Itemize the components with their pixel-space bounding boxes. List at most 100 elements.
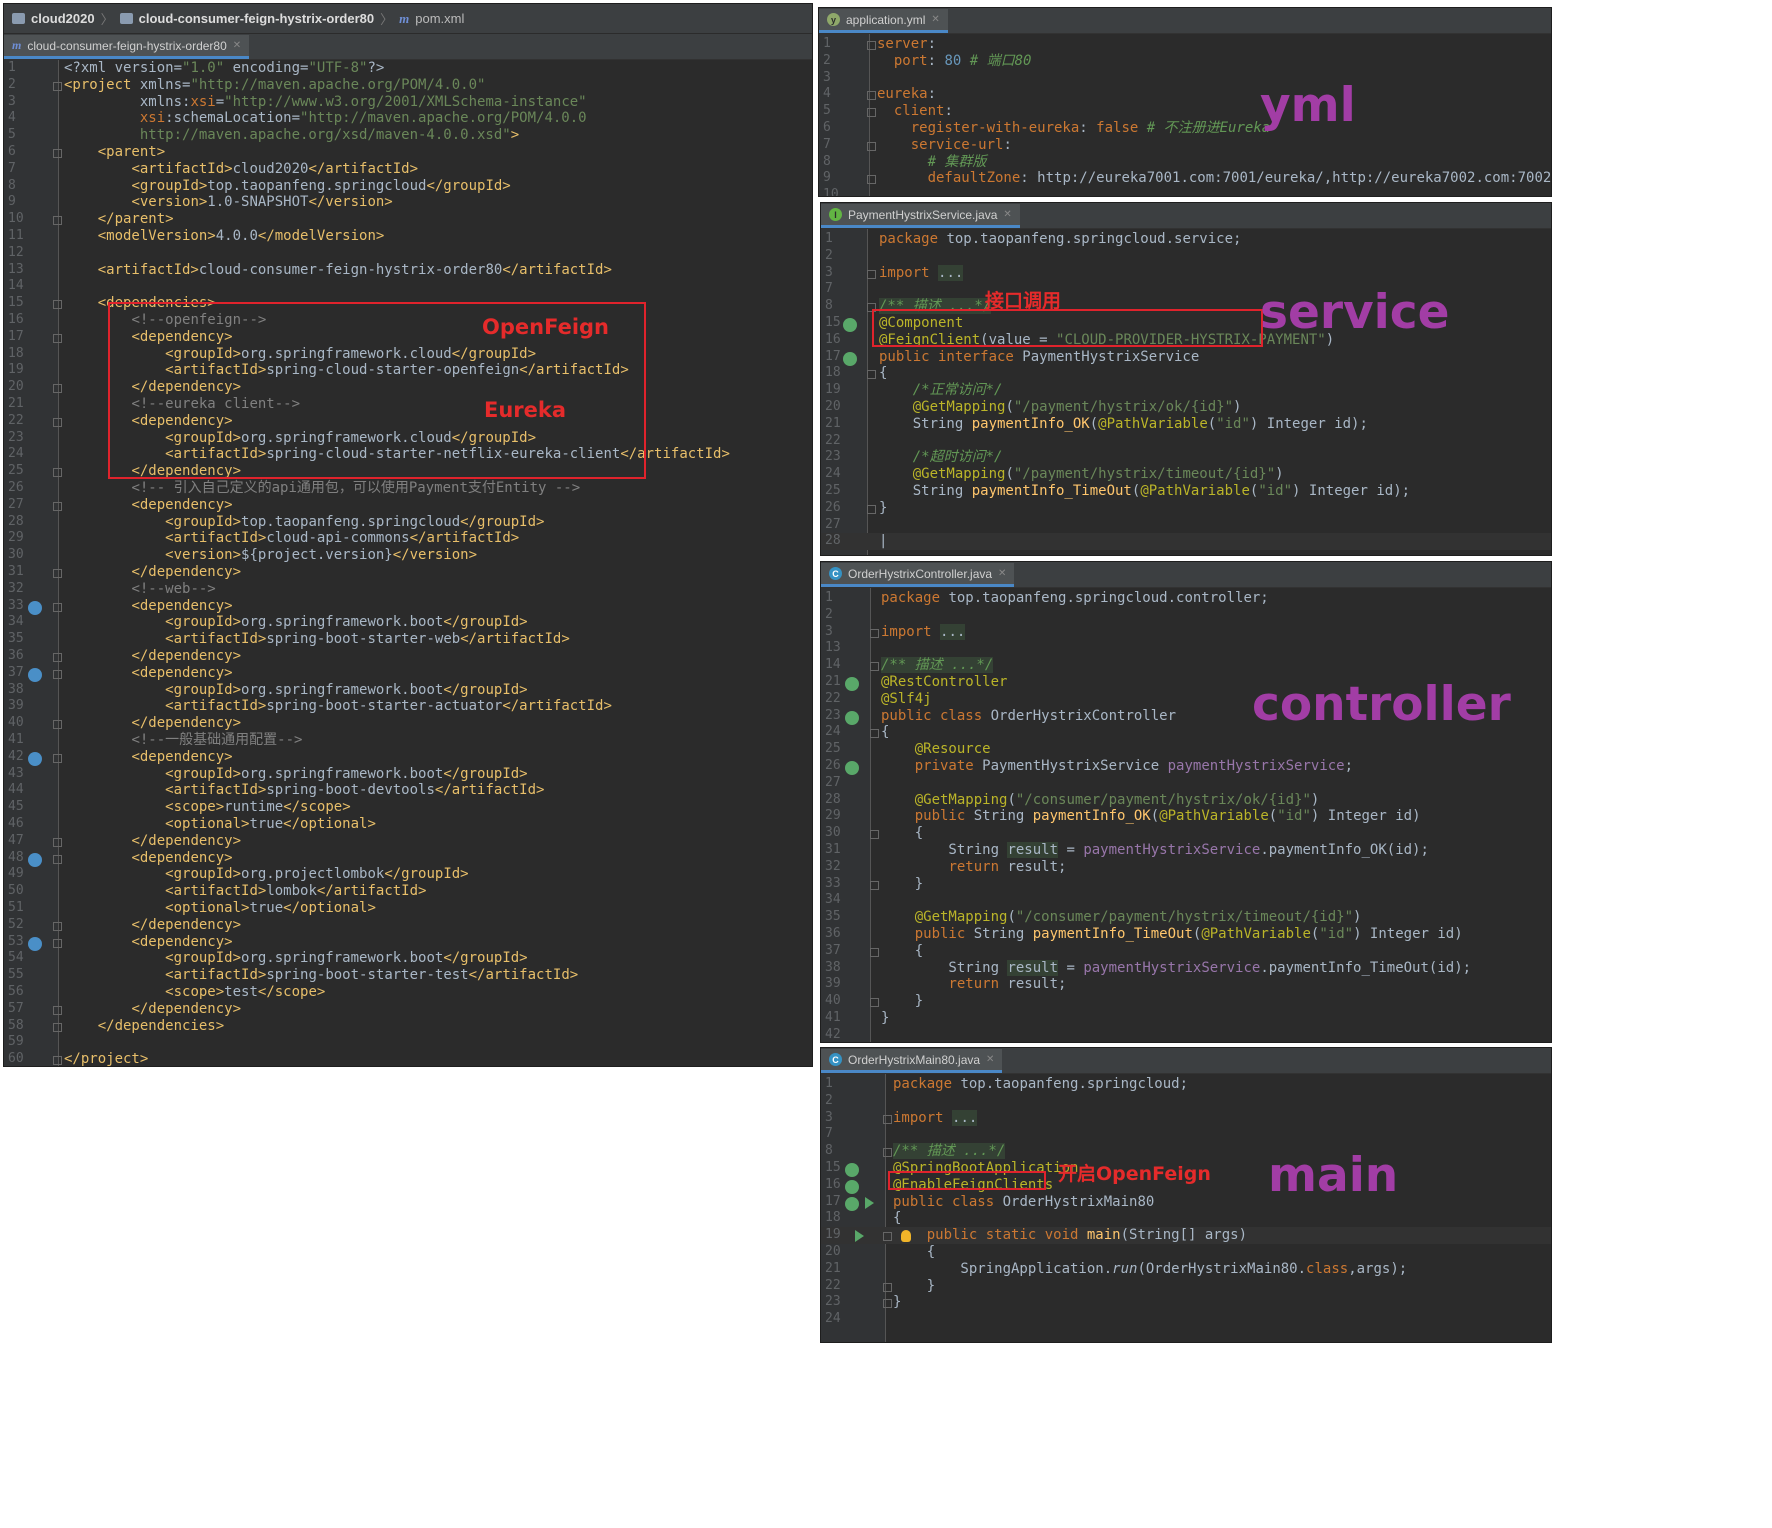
breadcrumb-module[interactable]: cloud-consumer-feign-hystrix-order80 [139, 11, 375, 26]
fold-marker-icon[interactable] [53, 837, 62, 847]
code-line[interactable]: 3 [819, 70, 1551, 87]
code-line[interactable]: 57 </dependency> [4, 1001, 812, 1018]
code-line[interactable]: 3 import ... [821, 1109, 1551, 1127]
spring-bean-icon[interactable] [843, 318, 857, 332]
spring-bean-icon[interactable] [845, 677, 859, 691]
code-line[interactable]: 4 xsi:schemaLocation="http://maven.apach… [4, 110, 812, 127]
code-line[interactable]: 41} [821, 1010, 1551, 1027]
autowired-icon[interactable] [845, 761, 859, 775]
code-line[interactable]: 3 import ... [821, 264, 1551, 282]
breadcrumb-project[interactable]: cloud2020 [31, 11, 95, 26]
code-line[interactable]: 26} [821, 500, 1551, 517]
code-line[interactable]: 27 [821, 775, 1551, 792]
code-line[interactable]: 12 [4, 245, 812, 262]
maven-dependency-icon[interactable] [28, 751, 42, 766]
tab-payment-hystrix-service[interactable]: I PaymentHystrixService.java ✕ [821, 204, 1020, 228]
code-line[interactable]: 8 # 集群版 [819, 154, 1551, 171]
code-line[interactable]: 3 xmlns:xsi="http://www.w3.org/2001/XMLS… [4, 94, 812, 111]
code-line[interactable]: 38 <groupId>org.springframework.boot</gr… [4, 682, 812, 699]
code-line[interactable]: 22 [821, 433, 1551, 450]
code-line[interactable]: 32 <!--web--> [4, 581, 812, 598]
breadcrumb-file[interactable]: pom.xml [415, 11, 464, 26]
code-line[interactable]: 14 /** 描述 ...*/ [821, 657, 1551, 674]
code-line[interactable]: 35 @GetMapping("/consumer/payment/hystri… [821, 909, 1551, 926]
fold-marker-icon[interactable] [53, 333, 62, 343]
yml-code-area[interactable]: 1 server: 2 port: 80 # 端口80 3 4 eureka: 5 clie… [819, 34, 1551, 196]
code-line[interactable]: 5 http://maven.apache.org/xsd/maven-4.0.… [4, 127, 812, 144]
code-line[interactable]: 23 /*超时访问*/ [821, 449, 1551, 466]
main-code-area[interactable]: 1 package top.taopanfeng.springcloud; 2 3 im… [821, 1074, 1551, 1342]
fold-marker-icon[interactable] [883, 1114, 892, 1124]
code-line[interactable]: 18 { [821, 1210, 1551, 1227]
code-line[interactable]: 52 </dependency> [4, 917, 812, 934]
code-line[interactable]: 43 <groupId>org.springframework.boot</gr… [4, 766, 812, 783]
code-line[interactable]: 7 <artifactId>cloud2020</artifactId> [4, 161, 812, 178]
code-line[interactable]: 22 } [821, 1278, 1551, 1295]
code-line[interactable]: 40 } [821, 993, 1551, 1010]
fold-marker-icon[interactable] [883, 1148, 892, 1158]
code-line[interactable]: 6 register-with-eureka: false # 不注册进Eure… [819, 120, 1551, 137]
code-line[interactable]: 37 { [821, 943, 1551, 960]
code-line[interactable]: 19 /*正常访问*/ [821, 382, 1551, 399]
code-line[interactable]: 20 { [821, 1244, 1551, 1261]
code-line[interactable]: 25 @Resource [821, 741, 1551, 758]
code-line[interactable]: 59 [4, 1034, 812, 1051]
fold-marker-icon[interactable] [53, 569, 62, 578]
code-line[interactable]: 24 [821, 1311, 1551, 1328]
code-line[interactable]: 49 <groupId>org.projectlombok</groupId> [4, 866, 812, 883]
code-line[interactable]: 13 <artifactId>cloud-consumer-feign-hyst… [4, 262, 812, 279]
code-line[interactable]: 50 <artifactId>lombok</artifactId> [4, 883, 812, 900]
code-line[interactable]: 37 <dependency> [4, 665, 812, 682]
code-line[interactable]: 60 </project> [4, 1051, 812, 1066]
close-icon[interactable]: ✕ [986, 1054, 994, 1065]
fold-marker-icon[interactable] [53, 81, 62, 91]
fold-marker-icon[interactable] [53, 501, 62, 511]
fold-marker-icon[interactable] [867, 41, 876, 50]
fold-marker-icon[interactable] [53, 854, 62, 864]
code-line[interactable]: 29 public String paymentInfo_OK(@PathVar… [821, 808, 1551, 825]
code-line[interactable]: 39 <artifactId>spring-boot-starter-actua… [4, 698, 812, 715]
fold-marker-icon[interactable] [867, 141, 876, 151]
code-line[interactable]: 7 service-url: [819, 137, 1551, 154]
code-line[interactable]: 11 <modelVersion>4.0.0</modelVersion> [4, 228, 812, 245]
spring-bean-icon[interactable] [845, 710, 859, 725]
code-line[interactable]: 8 <groupId>top.taopanfeng.springcloud</g… [4, 178, 812, 195]
fold-marker-icon[interactable] [53, 938, 62, 948]
fold-marker-icon[interactable] [53, 149, 62, 158]
fold-marker-icon[interactable] [53, 602, 62, 612]
code-line[interactable]: 41 <!--一般基础通用配置--> [4, 732, 812, 749]
code-line[interactable]: 51 <optional>true</optional> [4, 900, 812, 917]
code-line[interactable]: 1 server: [819, 36, 1551, 53]
code-line[interactable]: 48 <dependency> [4, 850, 812, 867]
fold-marker-icon[interactable] [870, 998, 879, 1008]
code-line[interactable]: 28 <groupId>top.taopanfeng.springcloud</… [4, 514, 812, 531]
code-line[interactable]: 28 @GetMapping("/consumer/payment/hystri… [821, 792, 1551, 809]
code-line[interactable]: 23} [821, 1294, 1551, 1311]
spring-bean-icon[interactable] [845, 1196, 859, 1211]
implementations-icon[interactable] [843, 351, 857, 366]
tab-order-hystrix-controller[interactable]: C OrderHystrixController.java ✕ [821, 563, 1015, 587]
fold-marker-icon[interactable] [53, 669, 62, 679]
run-icon[interactable] [865, 1196, 874, 1209]
code-line[interactable]: 36 public String paymentInfo_TimeOut(@Pa… [821, 926, 1551, 943]
code-line[interactable]: 27 <dependency> [4, 497, 812, 514]
code-line[interactable]: 42 <dependency> [4, 749, 812, 766]
fold-marker-icon[interactable] [867, 91, 876, 101]
fold-marker-icon[interactable] [883, 1282, 892, 1292]
fold-marker-icon[interactable] [867, 269, 876, 279]
code-line[interactable]: 27 [821, 517, 1551, 534]
fold-marker-icon[interactable] [883, 1232, 892, 1242]
code-line[interactable]: 53 <dependency> [4, 934, 812, 951]
code-line[interactable]: 9 defaultZone: http://eureka7001.com:700… [819, 170, 1551, 187]
code-line[interactable]: 32 return result; [821, 859, 1551, 876]
code-line[interactable]: 13 [821, 640, 1551, 657]
code-line[interactable]: 1 <?xml version="1.0" encoding="UTF-8"?> [4, 60, 812, 77]
code-line[interactable]: 20 @GetMapping("/payment/hystrix/ok/{id}… [821, 399, 1551, 416]
code-line[interactable]: 45 <scope>runtime</scope> [4, 799, 812, 816]
fold-marker-icon[interactable] [867, 108, 876, 118]
code-line[interactable]: 34 [821, 892, 1551, 909]
fold-marker-icon[interactable] [53, 720, 62, 730]
code-line[interactable]: 40 </dependency> [4, 715, 812, 732]
fold-marker-icon[interactable] [870, 880, 879, 890]
code-line[interactable]: 34 <groupId>org.springframework.boot</gr… [4, 614, 812, 631]
